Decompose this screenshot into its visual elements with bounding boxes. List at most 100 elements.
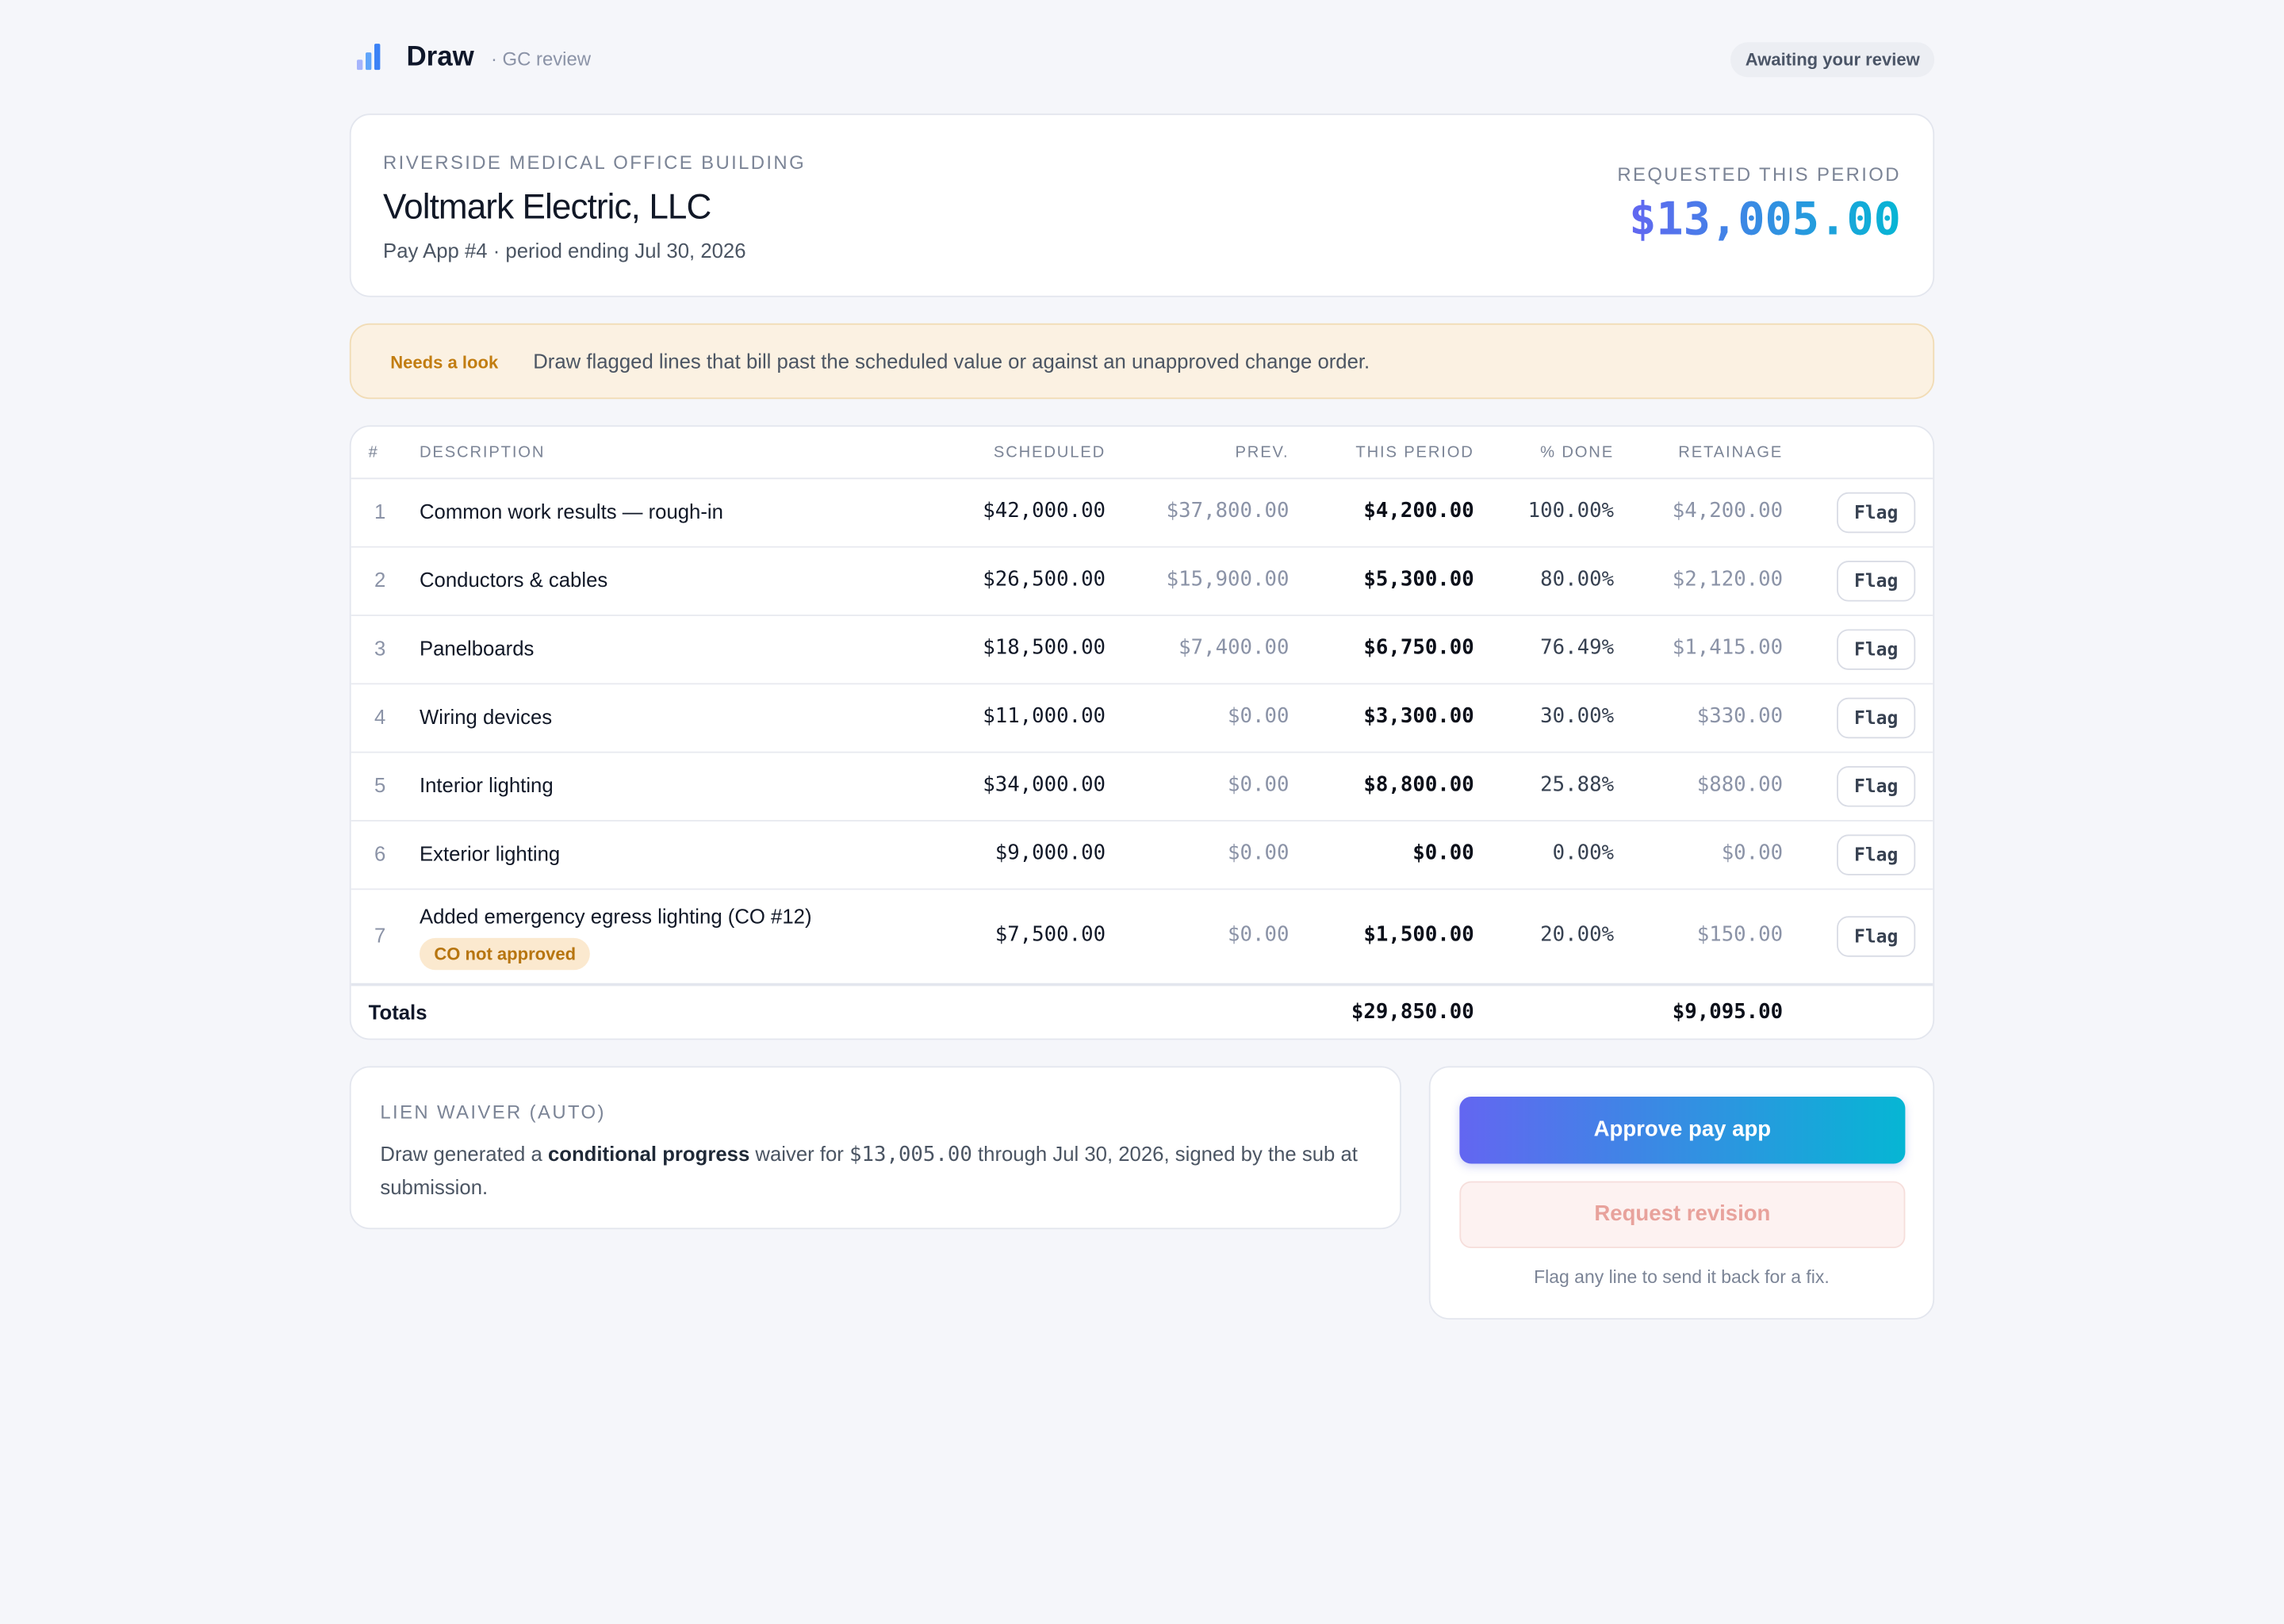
lien-text-part: Draw generated a (380, 1141, 548, 1166)
row-prev: $0.00 (1228, 704, 1290, 729)
row-scheduled: $42,000.00 (983, 499, 1106, 523)
row-description: Wiring devices (419, 704, 553, 729)
requested-label: REQUESTED THIS PERIOD (1617, 163, 1901, 186)
row-prev: $0.00 (1228, 923, 1290, 947)
row-this-period: $6,750.00 (1363, 636, 1474, 661)
flag-button[interactable]: Flag (1837, 697, 1916, 739)
row-prev: $15,900.00 (1166, 568, 1290, 592)
totals-row: Totals $29,850.00 $9,095.00 (351, 982, 1933, 1039)
row-retainage: $0.00 (1721, 841, 1784, 865)
row-percent-done: 76.49% (1540, 636, 1615, 661)
row-percent-done: 80.00% (1540, 568, 1615, 592)
column-header-description: DESCRIPTION (419, 444, 546, 462)
row-scheduled: $18,500.00 (983, 636, 1106, 661)
lien-waiver-title: LIEN WAIVER (AUTO) (380, 1101, 606, 1124)
flag-button[interactable]: Flag (1837, 492, 1916, 534)
row-this-period: $8,800.00 (1363, 773, 1474, 797)
flag-button[interactable]: Flag (1837, 766, 1916, 807)
row-number: 2 (374, 568, 386, 592)
totals-retainage: $9,095.00 (1672, 1000, 1784, 1025)
row-percent-done: 20.00% (1540, 923, 1615, 947)
row-retainage: $1,415.00 (1672, 636, 1784, 661)
row-this-period: $3,300.00 (1363, 704, 1474, 729)
table-row: 5 Interior lighting $34,000.00 $0.00 $8,… (351, 753, 1933, 822)
warning-banner: Needs a look Draw flagged lines that bil… (349, 323, 1935, 400)
project-summary-card: RIVERSIDE MEDICAL OFFICE BUILDING Voltma… (349, 113, 1935, 297)
column-header-percent-done: % DONE (1540, 444, 1615, 462)
row-number: 6 (374, 841, 386, 865)
row-this-period: $5,300.00 (1363, 568, 1474, 592)
pay-app-period: Pay App #4 · period ending Jul 30, 2026 (383, 239, 746, 262)
row-description: Interior lighting (419, 773, 554, 797)
lien-waiver-card: LIEN WAIVER (AUTO) Draw generated a cond… (349, 1066, 1401, 1230)
row-prev: $0.00 (1228, 773, 1290, 797)
column-header-scheduled: SCHEDULED (993, 444, 1106, 462)
table-row: 7 Added emergency egress lighting (CO #1… (351, 890, 1933, 983)
top-bar: Draw · GC review Awaiting your review (350, 35, 1935, 84)
flag-button[interactable]: Flag (1837, 834, 1916, 875)
actions-card: Approve pay app Request revision Flag an… (1428, 1066, 1935, 1320)
row-percent-done: 0.00% (1552, 841, 1615, 865)
row-prev: $37,800.00 (1166, 499, 1290, 523)
row-retainage: $880.00 (1696, 773, 1784, 797)
change-order-status-badge: CO not approved (419, 937, 591, 971)
row-description: Conductors & cables (419, 568, 608, 592)
brand-name: Draw (406, 42, 474, 73)
row-percent-done: 100.00% (1527, 499, 1615, 523)
bar-chart-logo-icon (356, 44, 383, 71)
row-number: 1 (374, 499, 386, 523)
row-retainage: $2,120.00 (1672, 568, 1784, 592)
request-revision-button[interactable]: Request revision (1459, 1181, 1906, 1249)
row-scheduled: $26,500.00 (983, 568, 1106, 592)
row-description: Common work results — rough-in (419, 499, 723, 523)
row-prev: $0.00 (1228, 841, 1290, 865)
lien-text-part: waiver for (749, 1141, 850, 1166)
line-items-table: # DESCRIPTION SCHEDULED PREV. THIS PERIO… (349, 425, 1935, 1040)
row-this-period: $1,500.00 (1363, 923, 1474, 947)
row-number: 3 (374, 636, 386, 661)
row-scheduled: $9,000.00 (994, 841, 1106, 865)
row-scheduled: $34,000.00 (983, 773, 1106, 797)
totals-this-period: $29,850.00 (1351, 1000, 1474, 1025)
row-percent-done: 25.88% (1540, 773, 1615, 797)
subcontractor-name: Voltmark Electric, LLC (383, 187, 711, 228)
status-badge: Awaiting your review (1730, 42, 1935, 78)
table-row: 4 Wiring devices $11,000.00 $0.00 $3,300… (351, 684, 1933, 753)
breadcrumb: · GC review (490, 48, 592, 71)
requested-amount: $13,005.00 (1629, 193, 1901, 247)
row-this-period: $4,200.00 (1363, 499, 1474, 523)
table-row: 1 Common work results — rough-in $42,000… (351, 479, 1933, 548)
project-name: RIVERSIDE MEDICAL OFFICE BUILDING (383, 151, 807, 174)
flag-button[interactable]: Flag (1837, 561, 1916, 602)
row-scheduled: $7,500.00 (994, 923, 1106, 947)
row-number: 7 (374, 923, 386, 947)
row-number: 4 (374, 704, 386, 729)
row-number: 5 (374, 773, 386, 797)
row-description: Exterior lighting (419, 841, 561, 865)
row-percent-done: 30.00% (1540, 704, 1615, 729)
flag-button[interactable]: Flag (1837, 916, 1916, 957)
column-header-number: # (368, 444, 379, 462)
row-prev: $7,400.00 (1178, 636, 1290, 661)
table-row: 2 Conductors & cables $26,500.00 $15,900… (351, 548, 1933, 616)
pay-app-review-page: Draw · GC review Awaiting your review RI… (0, 0, 2284, 1622)
row-description: Panelboards (419, 636, 535, 661)
row-retainage: $330.00 (1696, 704, 1784, 729)
row-description: Added emergency egress lighting (CO #12) (419, 904, 812, 928)
action-hint: Flag any line to send it back for a fix. (1534, 1266, 1830, 1288)
column-header-this-period: THIS PERIOD (1355, 444, 1474, 462)
row-this-period: $0.00 (1412, 841, 1474, 865)
row-retainage: $150.00 (1696, 923, 1784, 947)
table-row: 3 Panelboards $18,500.00 $7,400.00 $6,75… (351, 616, 1933, 685)
lien-waiver-amount: $13,005.00 (849, 1143, 972, 1167)
lien-waiver-type: conditional progress (547, 1141, 750, 1166)
warning-message: Draw flagged lines that bill past the sc… (533, 349, 1370, 373)
row-retainage: $4,200.00 (1672, 499, 1784, 523)
column-header-retainage: RETAINAGE (1678, 444, 1784, 462)
flag-button[interactable]: Flag (1837, 629, 1916, 670)
row-scheduled: $11,000.00 (983, 704, 1106, 729)
approve-pay-app-button[interactable]: Approve pay app (1459, 1097, 1906, 1164)
column-header-prev: PREV. (1235, 444, 1290, 462)
table-row: 6 Exterior lighting $9,000.00 $0.00 $0.0… (351, 822, 1933, 891)
totals-label: Totals (368, 1000, 427, 1025)
